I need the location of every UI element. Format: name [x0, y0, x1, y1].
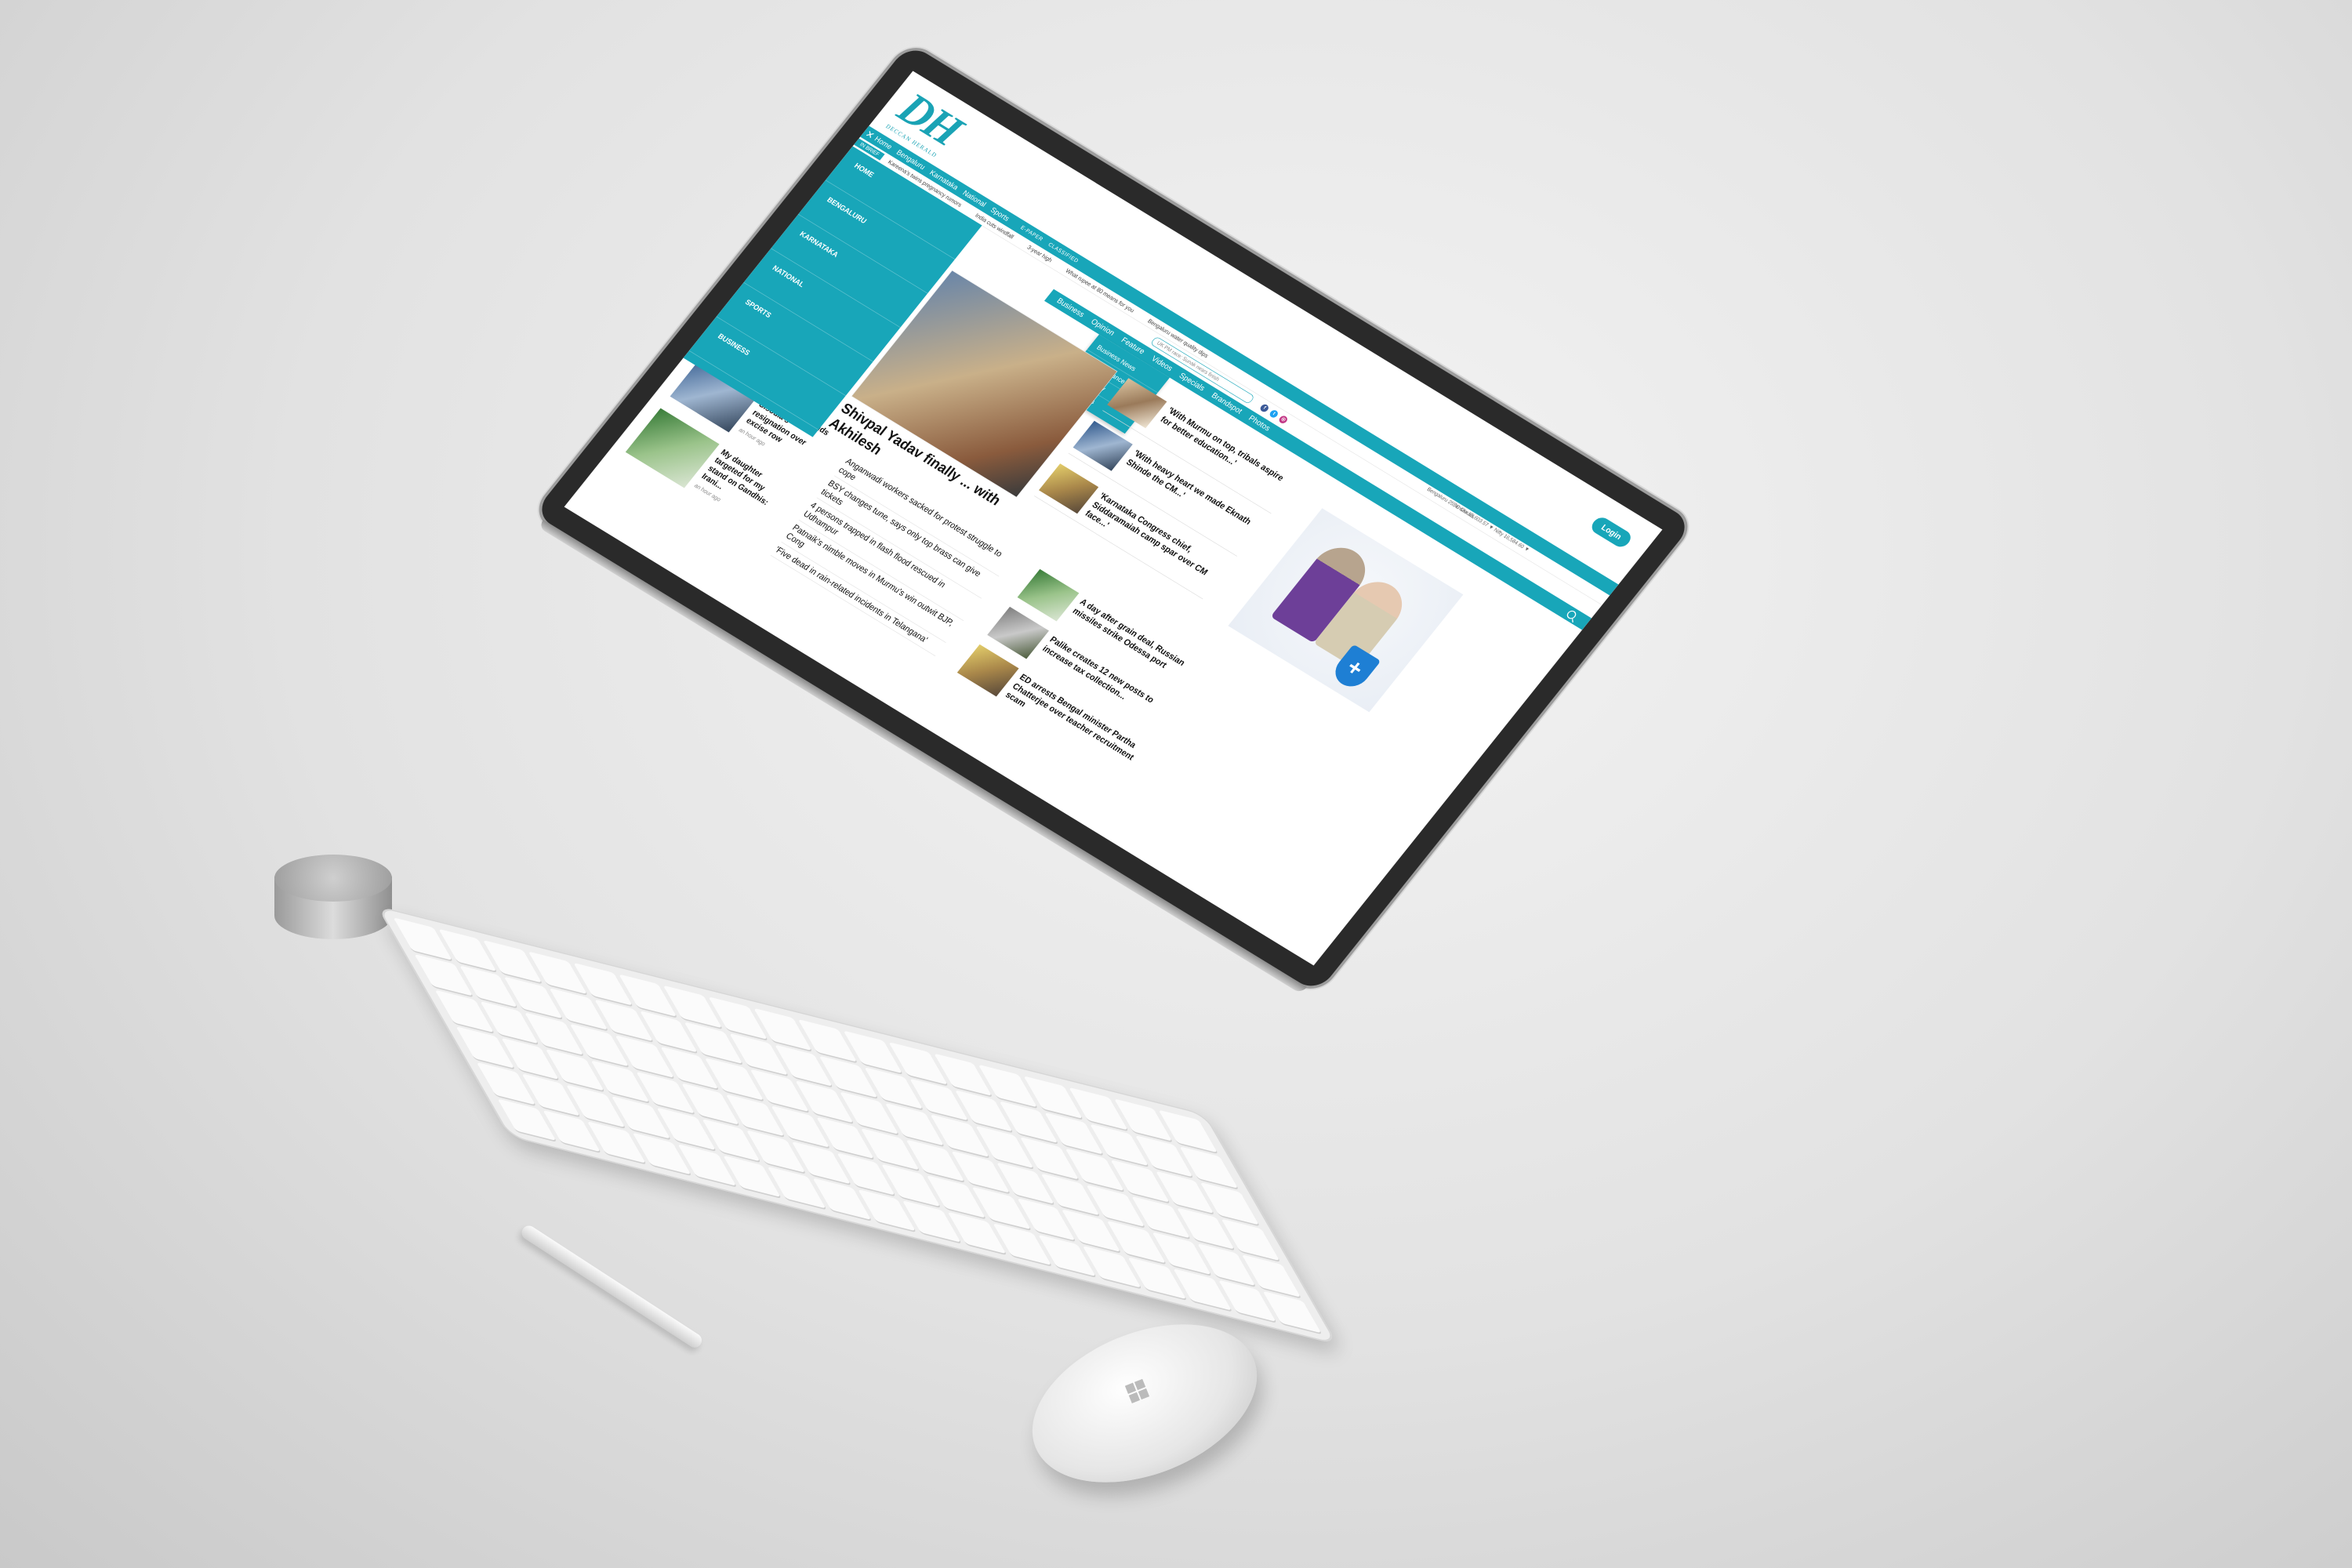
- instagram-icon[interactable]: ◎: [1277, 414, 1289, 425]
- desk-scene: DH DECCAN HERALD Login ✕ Home Bengaluru …: [0, 0, 2352, 1568]
- advertisement-banner[interactable]: +: [1228, 508, 1464, 713]
- surface-dial: [274, 855, 392, 949]
- login-button[interactable]: Login: [1588, 514, 1635, 550]
- facebook-icon[interactable]: f: [1258, 403, 1270, 413]
- search-icon[interactable]: [1565, 608, 1578, 621]
- webpage-screen: DH DECCAN HERALD Login ✕ Home Bengaluru …: [564, 71, 1663, 966]
- twitter-icon[interactable]: t: [1268, 408, 1279, 419]
- windows-logo-icon: [1124, 1378, 1150, 1404]
- story-thumbnail: [1073, 420, 1133, 471]
- story-thumbnail: [1039, 463, 1099, 514]
- dial-top: [274, 855, 392, 902]
- right-stories: A day after grain deal, Russian missiles…: [949, 568, 1208, 786]
- monitor-bezel: DH DECCAN HERALD Login ✕ Home Bengaluru …: [533, 43, 1693, 993]
